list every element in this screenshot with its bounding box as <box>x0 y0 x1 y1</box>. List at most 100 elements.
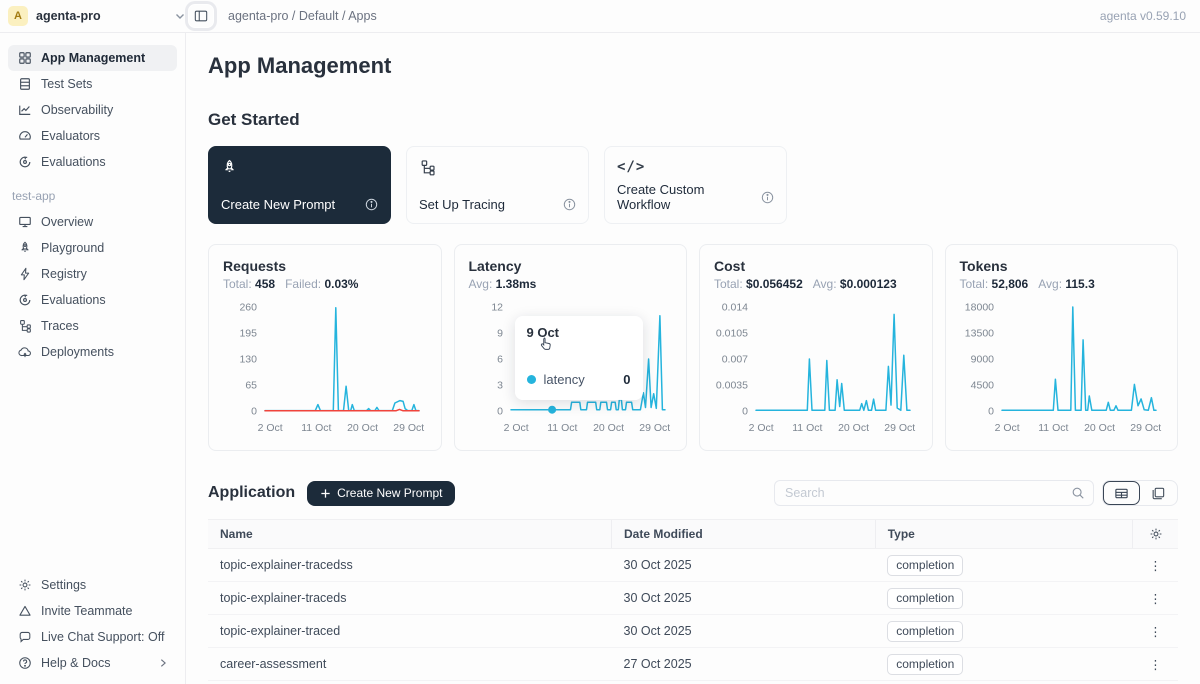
table-header-row: Name Date Modified Type <box>208 520 1178 549</box>
workspace-switcher[interactable]: A agenta-pro <box>8 6 186 26</box>
svg-text:20 Oct: 20 Oct <box>1084 422 1115 434</box>
tokens-line-chart[interactable]: 18000135009000450002 Oct11 Oct20 Oct29 O… <box>960 299 1162 439</box>
requests-line-chart[interactable]: 2601951306502 Oct11 Oct20 Oct29 Oct <box>223 299 425 439</box>
chart-title: Cost <box>714 258 918 274</box>
sidebar-item-playground[interactable]: Playground <box>8 235 177 261</box>
svg-text:9: 9 <box>497 328 503 340</box>
stat-label: Avg: <box>1038 277 1062 291</box>
type-badge: completion <box>887 555 963 576</box>
app-date: 30 Oct 2025 <box>612 582 876 615</box>
svg-text:0: 0 <box>988 406 994 418</box>
applications-table: Name Date Modified Type topic-explainer-… <box>208 519 1178 681</box>
sidebar-item-live-chat[interactable]: Live Chat Support: Off <box>8 624 177 650</box>
sidebar-item-help-docs[interactable]: Help & Docs <box>8 650 177 676</box>
series-dot-icon <box>527 375 536 384</box>
chat-icon <box>17 630 32 645</box>
svg-text:195: 195 <box>239 328 257 340</box>
sidebar-item-registry[interactable]: Registry <box>8 261 177 287</box>
sidebar-item-evaluations[interactable]: Evaluations <box>8 149 177 175</box>
sidebar-item-app-management[interactable]: App Management <box>8 45 177 71</box>
column-header-name[interactable]: Name <box>208 520 612 549</box>
sidebar-toggle-button[interactable] <box>188 4 214 28</box>
button-label: Create New Prompt <box>337 486 442 500</box>
svg-text:12: 12 <box>491 302 503 314</box>
row-menu-button[interactable]: ⋮ <box>1133 549 1178 582</box>
info-icon[interactable] <box>563 198 576 211</box>
create-custom-workflow-card[interactable]: </> Create Custom Workflow <box>604 146 787 224</box>
table-view-icon <box>1114 486 1129 501</box>
table-view-button[interactable] <box>1103 481 1140 505</box>
table-row[interactable]: topic-explainer-traced 30 Oct 2025 compl… <box>208 615 1178 648</box>
sidebar-item-settings[interactable]: Settings <box>8 572 177 598</box>
card-view-button[interactable] <box>1140 481 1177 505</box>
svg-text:0: 0 <box>497 406 503 418</box>
breadcrumb[interactable]: agenta-pro / Default / Apps <box>228 9 377 23</box>
svg-text:2 Oct: 2 Oct <box>994 422 1019 434</box>
row-menu-button[interactable]: ⋮ <box>1133 582 1178 615</box>
svg-text:65: 65 <box>245 380 257 392</box>
sidebar-item-label: Overview <box>41 215 93 229</box>
svg-text:260: 260 <box>239 302 257 314</box>
gauge-icon <box>17 129 32 144</box>
stat-value: 115.3 <box>1065 277 1094 291</box>
set-up-tracing-card[interactable]: Set Up Tracing <box>406 146 589 224</box>
sidebar-item-label: Evaluations <box>41 293 106 307</box>
table-row[interactable]: topic-explainer-tracedss 30 Oct 2025 com… <box>208 549 1178 582</box>
app-name[interactable]: topic-explainer-traceds <box>208 582 612 615</box>
svg-text:11 Oct: 11 Oct <box>792 422 822 434</box>
table-row[interactable]: topic-explainer-traceds 30 Oct 2025 comp… <box>208 582 1178 615</box>
info-icon[interactable] <box>761 191 774 204</box>
svg-text:0: 0 <box>251 406 257 418</box>
rocket-icon <box>221 159 378 176</box>
sidebar-item-label: Observability <box>41 103 113 117</box>
svg-text:20 Oct: 20 Oct <box>347 422 378 434</box>
stat-value: 458 <box>255 277 275 291</box>
cost-chart-card: Cost Total: $0.056452Avg: $0.000123 0.01… <box>699 244 933 451</box>
stat-label: Total: <box>714 277 743 291</box>
app-name[interactable]: topic-explainer-tracedss <box>208 549 612 582</box>
sidebar-item-app-evaluations[interactable]: Evaluations <box>8 287 177 313</box>
column-header-date-modified[interactable]: Date Modified <box>612 520 876 549</box>
svg-text:2 Oct: 2 Oct <box>749 422 774 434</box>
chart-stats: Total: 458Failed: 0.03% <box>223 277 427 291</box>
plus-icon <box>320 488 331 499</box>
svg-text:2 Oct: 2 Oct <box>258 422 283 434</box>
sidebar-item-invite-teammate[interactable]: Invite Teammate <box>8 598 177 624</box>
create-new-prompt-card[interactable]: Create New Prompt <box>208 146 391 224</box>
sidebar-item-test-sets[interactable]: Test Sets <box>8 71 177 97</box>
svg-text:0.0105: 0.0105 <box>716 328 748 340</box>
view-toggle <box>1102 480 1178 506</box>
row-menu-button[interactable]: ⋮ <box>1133 648 1178 681</box>
svg-text:29 Oct: 29 Oct <box>393 422 424 434</box>
app-name[interactable]: career-assessment <box>208 648 612 681</box>
sidebar-item-evaluators[interactable]: Evaluators <box>8 123 177 149</box>
evaluations-icon <box>17 293 32 308</box>
help-icon <box>17 656 32 671</box>
app-date: 30 Oct 2025 <box>612 615 876 648</box>
monitor-icon <box>17 215 32 230</box>
stat-value: 52,806 <box>992 277 1029 291</box>
svg-text:11 Oct: 11 Oct <box>301 422 331 434</box>
svg-text:20 Oct: 20 Oct <box>593 422 624 434</box>
create-new-prompt-button[interactable]: Create New Prompt <box>307 481 455 506</box>
search-icon[interactable] <box>1071 486 1085 500</box>
workspace-name: agenta-pro <box>36 9 166 23</box>
table-row[interactable]: career-assessment 27 Oct 2025 completion… <box>208 648 1178 681</box>
row-menu-button[interactable]: ⋮ <box>1133 615 1178 648</box>
tooltip-value: 0 <box>623 372 630 387</box>
info-icon[interactable] <box>365 198 378 211</box>
sidebar-item-label: App Management <box>41 51 145 65</box>
cost-line-chart[interactable]: 0.0140.01050.0070.003502 Oct11 Oct20 Oct… <box>714 299 916 439</box>
requests-chart-card: Requests Total: 458Failed: 0.03% 2601951… <box>208 244 442 451</box>
gear-icon[interactable] <box>1145 527 1166 541</box>
sidebar-item-traces[interactable]: Traces <box>8 313 177 339</box>
sidebar: App Management Test Sets Observability E… <box>0 33 186 684</box>
column-header-type[interactable]: Type <box>875 520 1133 549</box>
sidebar-item-observability[interactable]: Observability <box>8 97 177 123</box>
search-input[interactable] <box>785 486 1071 500</box>
sidebar-item-deployments[interactable]: Deployments <box>8 339 177 365</box>
gear-icon <box>17 578 32 593</box>
app-name[interactable]: topic-explainer-traced <box>208 615 612 648</box>
lightning-icon <box>17 267 32 282</box>
sidebar-item-overview[interactable]: Overview <box>8 209 177 235</box>
